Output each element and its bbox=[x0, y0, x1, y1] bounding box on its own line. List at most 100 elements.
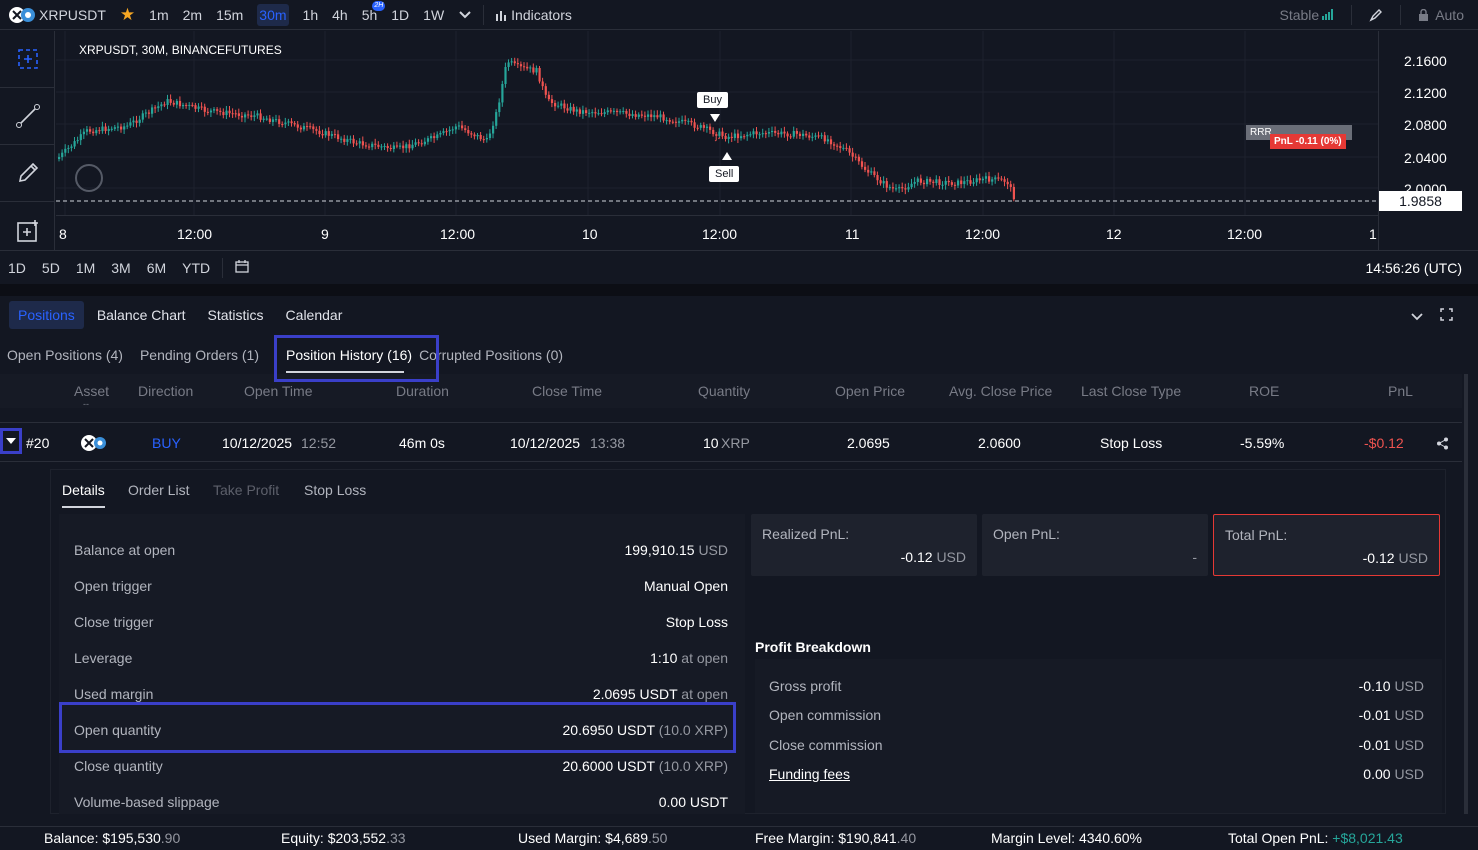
table-scrollbar[interactable] bbox=[1464, 374, 1468, 814]
candle-body bbox=[628, 113, 631, 116]
symbol-selector[interactable]: XRPUSDT bbox=[0, 0, 113, 30]
candle-body bbox=[755, 131, 758, 135]
col-open-price[interactable]: Open Price bbox=[835, 383, 905, 399]
utc-clock[interactable]: 14:56:26 (UTC) bbox=[1358, 260, 1478, 276]
interval-1h[interactable]: 1h bbox=[296, 0, 326, 30]
indicators-button[interactable]: Indicators bbox=[488, 0, 579, 30]
candle-body bbox=[712, 129, 715, 135]
col-last-close-type[interactable]: Last Close Type bbox=[1081, 383, 1181, 399]
detail-tab-details[interactable]: Details bbox=[62, 482, 105, 508]
interval-1d[interactable]: 1D bbox=[384, 0, 416, 30]
interval-30m[interactable]: 30m bbox=[250, 0, 295, 30]
tab-statistics[interactable]: Statistics bbox=[199, 301, 273, 329]
col-open-time[interactable]: Open Time bbox=[244, 383, 312, 399]
candle-body bbox=[674, 121, 678, 123]
candle-body bbox=[402, 145, 405, 149]
candle-body bbox=[206, 111, 209, 113]
collapse-chevron-icon[interactable] bbox=[1411, 309, 1423, 325]
favorite-star-icon[interactable]: ★ bbox=[113, 0, 142, 30]
range-6m[interactable]: 6M bbox=[139, 260, 174, 276]
candle-body bbox=[585, 110, 588, 114]
time-tick: 12 bbox=[1106, 226, 1122, 242]
maximize-icon[interactable] bbox=[1440, 308, 1453, 324]
price-axis[interactable]: 2.1600 2.1200 2.0800 2.0400 2.0000 1.985… bbox=[1378, 31, 1478, 250]
candle-body bbox=[343, 138, 346, 142]
crosshair-select-icon[interactable] bbox=[0, 31, 55, 88]
interval-dropdown-chevron-icon[interactable] bbox=[451, 0, 479, 30]
interval-label: 1D bbox=[391, 6, 410, 23]
draw-pen-icon[interactable] bbox=[1362, 0, 1390, 30]
panel-divider[interactable] bbox=[0, 284, 1478, 296]
interval-2m[interactable]: 2m bbox=[176, 0, 209, 30]
auto-button[interactable]: Auto bbox=[1411, 0, 1478, 30]
trend-line-icon[interactable] bbox=[0, 88, 55, 145]
candle-body bbox=[151, 107, 154, 114]
col-pnl[interactable]: PnL bbox=[1388, 383, 1413, 399]
candle-body bbox=[67, 147, 70, 149]
detail-value: 2.0695 USDT bbox=[592, 686, 678, 702]
candle-body bbox=[913, 181, 916, 184]
funding-fees-link[interactable]: Funding fees bbox=[769, 766, 850, 782]
candlestick-chart[interactable] bbox=[56, 31, 1378, 215]
interval-1w[interactable]: 1W bbox=[416, 0, 451, 30]
range-1d[interactable]: 1D bbox=[0, 260, 34, 276]
candle-body bbox=[842, 147, 845, 149]
range-3m[interactable]: 3M bbox=[103, 260, 138, 276]
direction-value: BUY bbox=[152, 435, 181, 451]
detail-value: 1:10 bbox=[650, 650, 678, 666]
candle-body bbox=[550, 99, 554, 104]
range-1m[interactable]: 1M bbox=[68, 260, 103, 276]
range-ytd[interactable]: YTD bbox=[174, 260, 218, 276]
detail-tab-take-profit[interactable]: Take Profit bbox=[213, 482, 279, 498]
interval-5h[interactable]: 5h 2H bbox=[355, 0, 386, 30]
tab-balance-chart[interactable]: Balance Chart bbox=[88, 301, 195, 329]
time-axis[interactable]: 8 12:00 9 12:00 10 12:00 11 12:00 12 12:… bbox=[56, 215, 1378, 250]
tab-positions[interactable]: Positions bbox=[9, 301, 84, 329]
candle-body bbox=[885, 181, 888, 188]
detail-row-slippage: Volume-based slippage 0.00 USDT bbox=[74, 784, 728, 820]
account-status-bar: Balance: $195,530.90 Equity: $203,552.33… bbox=[0, 826, 1478, 850]
candle-body bbox=[566, 108, 569, 111]
col-avg-close-price[interactable]: Avg. Close Price bbox=[949, 383, 1052, 399]
col-close-time[interactable]: Close Time bbox=[532, 383, 602, 399]
candle-body bbox=[256, 113, 259, 116]
tab-position-history[interactable]: Position History (16) bbox=[271, 336, 426, 374]
candle-body bbox=[439, 133, 442, 135]
candle-body bbox=[882, 181, 885, 184]
status-total-open-pnl: Total Open PnL: +$8,021.43 bbox=[1228, 830, 1403, 846]
range-5d[interactable]: 5D bbox=[34, 260, 68, 276]
col-duration[interactable]: Duration bbox=[396, 383, 449, 399]
col-asset[interactable]: Asset bbox=[74, 383, 109, 399]
tab-open-positions[interactable]: Open Positions (4) bbox=[0, 336, 130, 374]
pencil-icon[interactable] bbox=[0, 145, 55, 202]
interval-15m[interactable]: 15m bbox=[209, 0, 250, 30]
share-icon[interactable] bbox=[1436, 423, 1449, 463]
candle-body bbox=[157, 106, 160, 109]
col-roe[interactable]: ROE bbox=[1249, 383, 1279, 399]
status-value: $203,552 bbox=[327, 830, 387, 846]
calendar-icon[interactable] bbox=[227, 259, 257, 276]
time-tick: 10 bbox=[582, 226, 598, 242]
interval-1m[interactable]: 1m bbox=[142, 0, 175, 30]
detail-tab-stop-loss[interactable]: Stop Loss bbox=[304, 482, 366, 498]
tab-pending-orders[interactable]: Pending Orders (1) bbox=[133, 336, 266, 374]
detail-tab-order-list[interactable]: Order List bbox=[128, 482, 189, 498]
candle-body bbox=[355, 143, 358, 145]
candle-body bbox=[166, 99, 169, 106]
price-chart[interactable]: XRPUSDT, 30M, BINANCEFUTURES Buy Sell RR… bbox=[56, 31, 1378, 215]
candle-body bbox=[95, 130, 98, 134]
col-direction[interactable]: Direction bbox=[138, 383, 193, 399]
candle-body bbox=[296, 124, 299, 128]
interval-4h[interactable]: 4h bbox=[325, 0, 355, 30]
table-row[interactable]: #20 BUY 10/12/2025 12:52 46m 0s 10/12/20… bbox=[0, 422, 1462, 462]
tab-corrupted-positions[interactable]: Corrupted Positions (0) bbox=[412, 336, 570, 374]
candle-body bbox=[860, 161, 864, 167]
expand-row-toggle[interactable] bbox=[0, 428, 22, 454]
candle-body bbox=[120, 126, 123, 130]
status-margin-level: Margin Level: 4340.60% bbox=[991, 830, 1142, 846]
status-free-margin: Free Margin: $190,841.40 bbox=[755, 830, 916, 846]
candle-body bbox=[321, 134, 324, 136]
col-quantity[interactable]: Quantity bbox=[698, 383, 750, 399]
tab-calendar[interactable]: Calendar bbox=[277, 301, 352, 329]
candle-body bbox=[340, 138, 343, 140]
